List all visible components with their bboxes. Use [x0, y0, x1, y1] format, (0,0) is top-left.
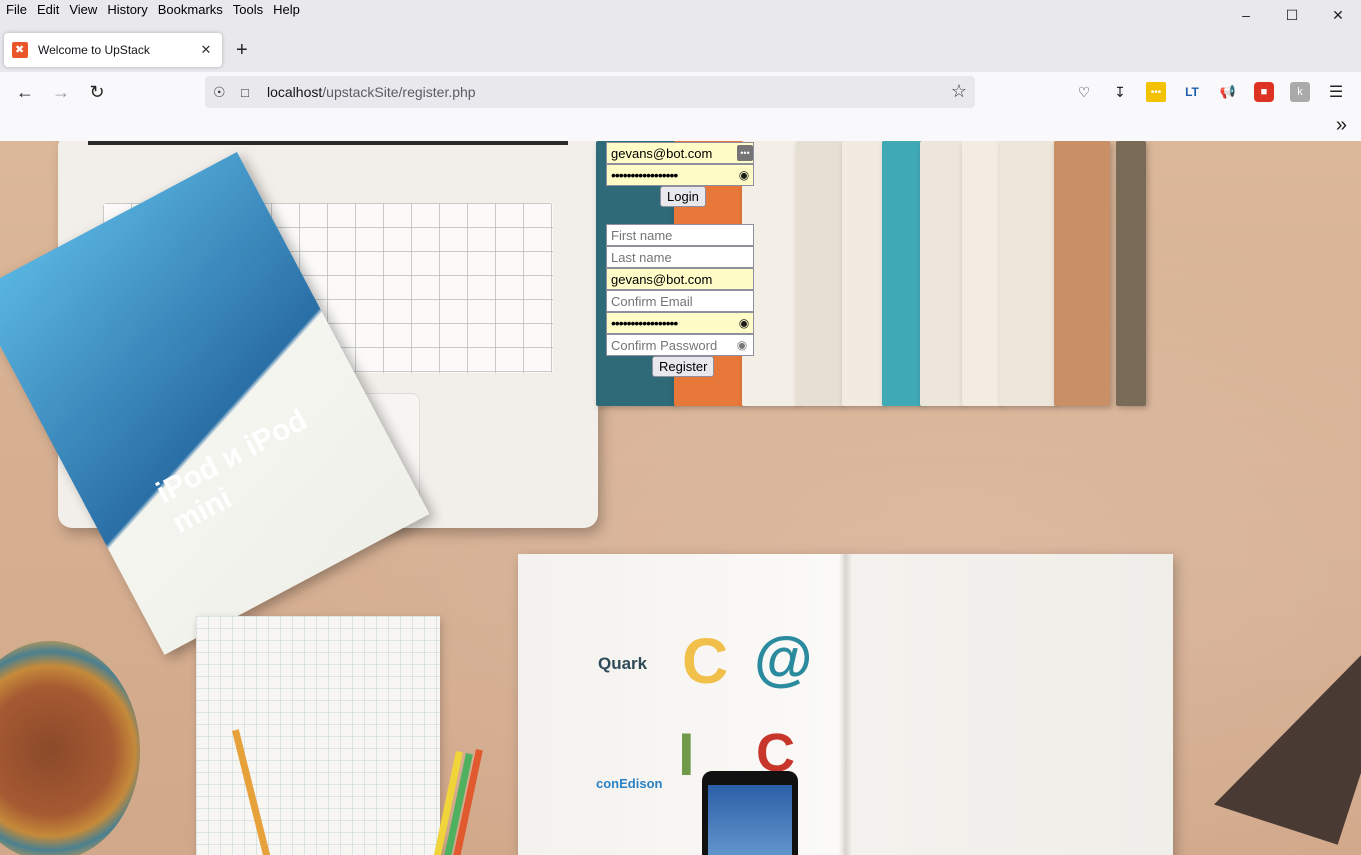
menu-bar: File Edit View History Bookmarks Tools H… — [0, 0, 1361, 30]
conedison-logo-text: conEdison — [596, 776, 663, 791]
phone-image — [702, 771, 798, 855]
close-icon[interactable]: ✕ — [1315, 0, 1361, 30]
languagetool-icon[interactable]: LT — [1182, 82, 1202, 102]
ublock-shield-icon[interactable]: ■ — [1254, 82, 1274, 102]
tab-title: Welcome to UpStack — [38, 43, 150, 57]
tab-welcome[interactable]: Welcome to UpStack ✕ — [4, 33, 222, 67]
menu-file[interactable]: File — [6, 0, 27, 17]
menu-edit[interactable]: Edit — [37, 0, 59, 17]
leaf-logo: I — [678, 721, 695, 788]
book-spine — [962, 141, 1002, 406]
menu-bookmarks[interactable]: Bookmarks — [158, 0, 223, 17]
url-host: localhost — [267, 84, 323, 100]
menu-help[interactable]: Help — [273, 0, 300, 17]
confirm-password-field[interactable] — [606, 334, 754, 356]
page-info-icon[interactable]: □ — [241, 85, 255, 100]
open-book-image: Quark C @ conEdison C I — [518, 554, 1173, 855]
downloads-icon[interactable]: ↧ — [1110, 82, 1130, 102]
login-email-field[interactable] — [606, 142, 754, 164]
ipod-brochure-text: iPod и iPod mini — [151, 403, 313, 540]
chevron-overflow-icon[interactable]: » — [1336, 114, 1347, 137]
url-text[interactable]: localhost/upstackSite/register.php — [267, 84, 476, 100]
login-password-value: ••••••••••••••••• — [611, 167, 678, 183]
register-password-value: ••••••••••••••••• — [611, 315, 678, 331]
first-name-field[interactable] — [606, 224, 754, 246]
menu-view[interactable]: View — [69, 0, 97, 17]
book-spine — [796, 141, 844, 406]
reveal-password-icon[interactable]: ◉ — [736, 167, 752, 183]
forward-arrow-icon[interactable]: → — [49, 80, 73, 104]
menu-history[interactable]: History — [107, 0, 147, 17]
xampp-favicon-icon — [12, 42, 28, 58]
book-spine — [842, 141, 884, 406]
basket-decor — [0, 641, 140, 855]
tracking-shield-icon[interactable]: ☉ — [213, 84, 229, 101]
maximize-icon[interactable]: ☐ — [1269, 0, 1315, 30]
url-bar[interactable]: ☉ □ localhost/upstackSite/register.php ☆ — [205, 76, 975, 108]
c-logo-yellow: C — [682, 625, 729, 697]
login-button[interactable]: Login — [660, 186, 706, 207]
at-logo: @ — [754, 625, 813, 692]
menu-tools[interactable]: Tools — [233, 0, 263, 17]
book-spine — [1054, 141, 1110, 406]
tab-close-icon[interactable]: ✕ — [196, 42, 216, 58]
login-password-field[interactable]: ••••••••••••••••• — [606, 164, 754, 186]
window-controls: – ☐ ✕ — [1223, 0, 1361, 30]
quark-logo-text: Quark — [598, 654, 648, 673]
page-content: iPod и iPod mini Quark C @ conEdison C I… — [0, 141, 1361, 855]
extension-dots-icon[interactable]: ••• — [1146, 82, 1166, 102]
book-spine — [882, 141, 922, 406]
megaphone-icon[interactable]: 📢 — [1218, 82, 1238, 102]
book-spine — [920, 141, 964, 406]
minimize-icon[interactable]: – — [1223, 0, 1269, 30]
key-icon[interactable]: ◉ — [734, 337, 750, 353]
new-tab-icon[interactable]: + — [236, 40, 248, 60]
tab-strip: Welcome to UpStack ✕ + — [0, 30, 1361, 72]
password-manager-icon[interactable]: ••• — [737, 145, 753, 161]
confirm-email-field[interactable] — [606, 290, 754, 312]
last-name-field[interactable] — [606, 246, 754, 268]
dark-object-decor — [1214, 557, 1361, 845]
laptop-screen-edge — [88, 141, 568, 145]
book-spine — [1116, 141, 1146, 406]
reveal-password-icon[interactable]: ◉ — [736, 315, 752, 331]
reload-icon[interactable]: ↻ — [85, 80, 109, 104]
navigation-toolbar: ← → ↻ ☉ □ localhost/upstackSite/register… — [0, 72, 1361, 112]
pocket-icon[interactable]: ♡ — [1074, 82, 1094, 102]
register-button[interactable]: Register — [652, 356, 715, 377]
extension-k-icon[interactable]: k — [1290, 82, 1310, 102]
book-spine — [1000, 141, 1056, 406]
back-arrow-icon[interactable]: ← — [13, 80, 37, 104]
bookmark-star-icon[interactable]: ☆ — [951, 81, 967, 102]
phone-screen — [708, 785, 792, 855]
register-password-field[interactable]: ••••••••••••••••• — [606, 312, 754, 334]
hamburger-menu-icon[interactable]: ☰ — [1326, 82, 1346, 102]
url-path: /upstackSite/register.php — [322, 84, 476, 100]
register-email-field[interactable] — [606, 268, 754, 290]
bookmarks-toolbar: » — [0, 112, 1361, 142]
